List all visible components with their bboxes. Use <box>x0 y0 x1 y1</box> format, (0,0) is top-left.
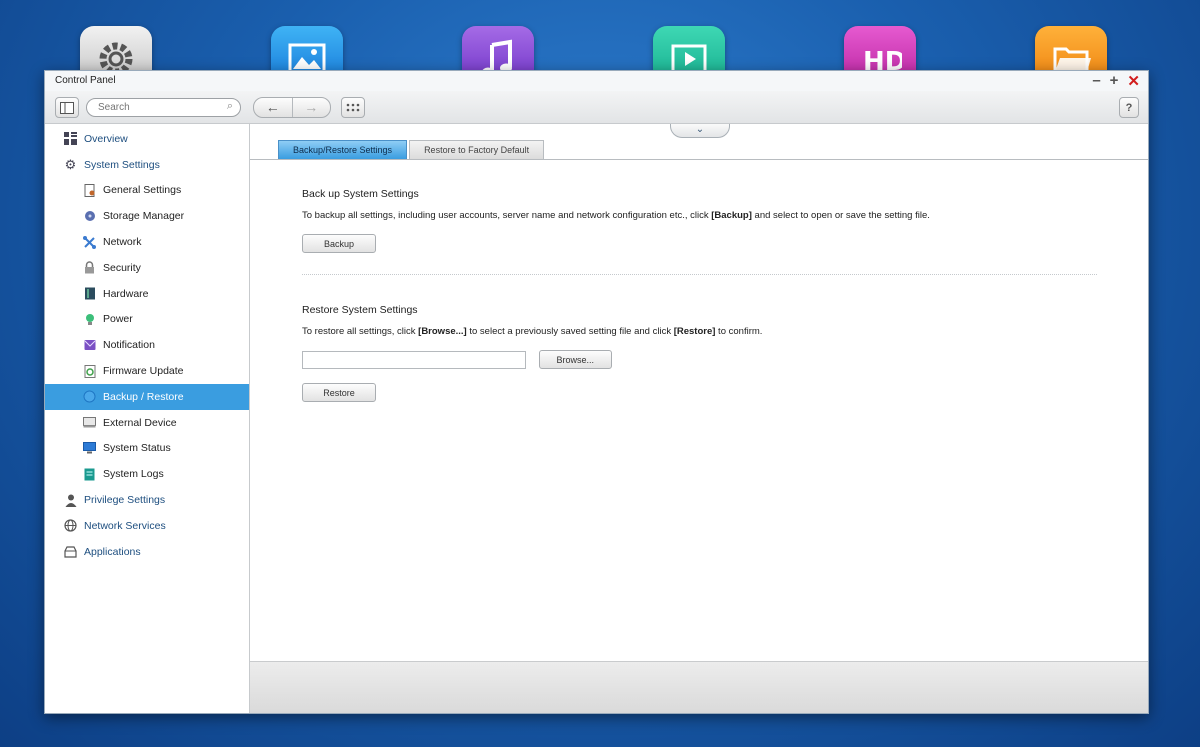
monitor-icon <box>83 442 96 455</box>
help-button[interactable]: ? <box>1119 97 1139 118</box>
minimize-icon[interactable]: – <box>1092 72 1100 90</box>
sidebar-item-label: Security <box>103 261 141 274</box>
gear-icon: ⚙ <box>64 156 77 172</box>
back-arrow-icon[interactable]: ← <box>254 98 292 117</box>
firmware-icon <box>83 364 96 378</box>
toolbar: ⌕ ← → ? <box>45 91 1148 124</box>
backup-heading: Back up System Settings <box>302 188 419 200</box>
document-gear-icon <box>83 183 96 197</box>
lock-icon <box>83 261 96 274</box>
restore-heading: Restore System Settings <box>302 304 418 316</box>
sidebar-item-security[interactable]: Security <box>45 255 249 281</box>
search-icon[interactable]: ⌕ <box>227 100 233 113</box>
sidebar-item-label: System Settings <box>84 158 160 171</box>
window-title: Control Panel <box>55 75 116 86</box>
sidebar-item-hardware[interactable]: Hardware <box>45 281 249 307</box>
sidebar-item-applications[interactable]: Applications <box>45 539 249 565</box>
sidebar-item-label: Applications <box>84 545 141 558</box>
drawer-handle-chevron-down-icon[interactable]: ⌄ <box>670 124 730 138</box>
backup-icon <box>83 390 96 403</box>
sidebar-item-system-status[interactable]: System Status <box>45 436 249 462</box>
logs-icon <box>83 468 96 481</box>
browse-button[interactable]: Browse... <box>538 350 612 369</box>
apps-grid-button[interactable] <box>341 97 365 118</box>
maximize-icon[interactable]: + <box>1110 72 1119 90</box>
sidebar-item-label: Privilege Settings <box>84 494 166 507</box>
sidebar-item-system-logs[interactable]: System Logs <box>45 461 249 487</box>
sidebar-item-power[interactable]: Power <box>45 307 249 333</box>
sidebar-item-storage-manager[interactable]: Storage Manager <box>45 203 249 229</box>
globe-icon <box>64 519 77 532</box>
sidebar-item-firmware-update[interactable]: Firmware Update <box>45 358 249 384</box>
sidebar-item-network[interactable]: Network <box>45 229 249 255</box>
backup-description: To backup all settings, including user a… <box>302 210 930 221</box>
forward-arrow-icon[interactable]: → <box>291 98 331 117</box>
sidebar-toggle-button[interactable] <box>55 97 79 118</box>
power-bulb-icon <box>83 313 96 326</box>
restore-file-path-field[interactable] <box>302 350 526 369</box>
tab-divider <box>250 159 1148 160</box>
applications-icon <box>64 545 77 558</box>
sidebar-toggle-icon <box>60 101 74 114</box>
history-navigation: ← → <box>253 97 331 118</box>
sidebar: Overview ⚙ System Settings General Setti… <box>45 124 250 713</box>
sidebar-item-notification[interactable]: Notification <box>45 332 249 358</box>
restore-button[interactable]: Restore <box>302 383 376 402</box>
tab-bar: Backup/Restore Settings Restore to Facto… <box>278 140 545 159</box>
sidebar-item-label: System Status <box>103 442 171 455</box>
search-field[interactable]: ⌕ <box>86 98 241 117</box>
restore-description: To restore all settings, click [Browse..… <box>302 326 763 337</box>
sidebar-item-label: External Device <box>103 416 177 429</box>
backup-button[interactable]: Backup <box>302 234 376 253</box>
sidebar-item-label: Overview <box>84 132 128 145</box>
sidebar-item-label: Hardware <box>103 287 149 300</box>
search-input[interactable] <box>98 102 218 113</box>
sidebar-item-label: Power <box>103 313 133 326</box>
footer-bar <box>250 661 1148 713</box>
storage-icon <box>83 210 96 223</box>
main-content: ⌄ Backup/Restore Settings Restore to Fac… <box>250 124 1148 713</box>
sidebar-item-external-device[interactable]: External Device <box>45 410 249 436</box>
sidebar-item-overview[interactable]: Overview <box>45 126 249 152</box>
backup-section: Back up System Settings To backup all se… <box>302 188 930 253</box>
sidebar-item-general-settings[interactable]: General Settings <box>45 178 249 204</box>
sidebar-item-label: Storage Manager <box>103 210 185 223</box>
sidebar-item-backup-restore[interactable]: Backup / Restore <box>45 383 249 410</box>
sidebar-item-privilege-settings[interactable]: Privilege Settings <box>45 487 249 513</box>
hardware-icon <box>83 287 96 300</box>
network-icon <box>83 235 96 249</box>
sidebar-item-system-settings[interactable]: ⚙ System Settings <box>45 152 249 178</box>
sidebar-item-label: Network <box>103 236 142 249</box>
section-divider <box>302 274 1097 275</box>
grid-dots-icon <box>346 103 360 112</box>
sidebar-item-label: Network Services <box>84 519 166 532</box>
user-icon <box>64 494 77 507</box>
sidebar-item-network-services[interactable]: Network Services <box>45 513 249 539</box>
restore-section: Restore System Settings To restore all s… <box>302 304 762 402</box>
sidebar-item-label: Notification <box>103 339 155 352</box>
sidebar-item-label: Firmware Update <box>103 365 184 378</box>
external-device-icon <box>83 416 96 429</box>
close-icon[interactable]: ✕ <box>1127 72 1140 90</box>
sidebar-item-label: General Settings <box>103 184 182 197</box>
tab-restore-factory-default[interactable]: Restore to Factory Default <box>409 140 545 159</box>
sidebar-item-label: System Logs <box>103 468 164 481</box>
sidebar-item-label: Backup / Restore <box>103 390 184 403</box>
control-panel-window: Control Panel – + ✕ ⌕ ← → ? O <box>44 70 1149 714</box>
tab-backup-restore-settings[interactable]: Backup/Restore Settings <box>278 140 408 159</box>
notification-icon <box>83 339 96 352</box>
grid-icon <box>64 132 77 146</box>
title-bar: Control Panel – + ✕ <box>45 71 1148 91</box>
